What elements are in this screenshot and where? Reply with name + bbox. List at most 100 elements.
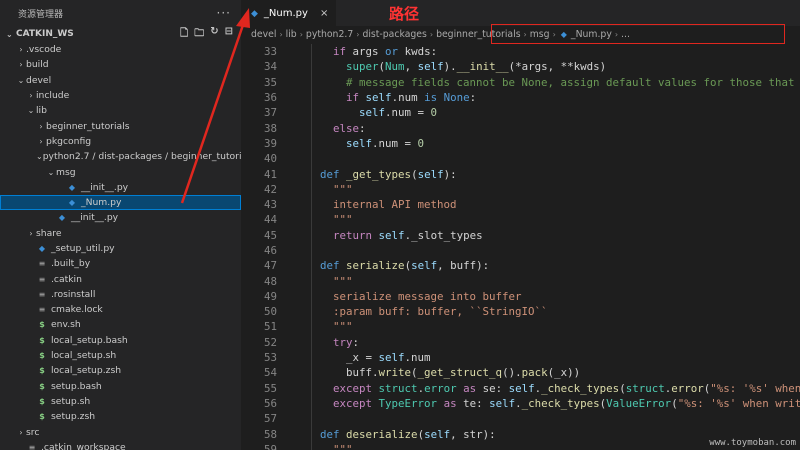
code-line[interactable]: 45 return self._slot_types <box>241 228 800 243</box>
tree-item[interactable]: $ setup.sh <box>0 394 241 409</box>
code-text: """ <box>333 274 353 288</box>
tree-item[interactable]: $ local_setup.zsh <box>0 363 241 378</box>
more-actions-icon[interactable]: ··· <box>217 6 231 20</box>
code-line[interactable]: 50 :param buff: buffer, ``StringIO`` <box>241 304 800 319</box>
tree-item-label: .catkin_workspace <box>41 441 126 450</box>
tab-num-py[interactable]: ◆ _Num.py × <box>241 0 337 26</box>
code-text: self.num = 0 <box>346 136 425 150</box>
code-line[interactable]: 40 <box>241 151 800 166</box>
shell-file-icon: $ <box>39 351 45 361</box>
code-text: self.num = 0 <box>359 106 438 120</box>
tree-item[interactable]: ≡ .catkin <box>0 271 241 286</box>
tree-item-label: _setup_util.py <box>51 243 115 254</box>
line-number: 57 <box>263 412 277 426</box>
code-line[interactable]: 47 def serialize(self, buff): <box>241 258 800 273</box>
refresh-icon[interactable]: ↻ <box>210 26 218 43</box>
breadcrumb-segment[interactable]: lib <box>286 29 297 40</box>
line-number: 34 <box>263 60 277 74</box>
breadcrumb-segment[interactable]: devel <box>251 29 276 40</box>
tree-item[interactable]: ⌄ lib <box>0 103 241 118</box>
chevron-right-icon: › <box>356 30 360 39</box>
tree-item[interactable]: › pkgconfig <box>0 134 241 149</box>
code-line[interactable]: 53 _x = self.num <box>241 350 800 365</box>
chevron-right-icon: › <box>29 228 33 238</box>
tree-item[interactable]: $ setup.zsh <box>0 409 241 424</box>
tree-item-label: setup.zsh <box>51 411 96 423</box>
workspace-toolbar: 🗋 🗀 ↻ ⊟ <box>180 26 241 43</box>
new-file-icon[interactable]: 🗋 <box>180 26 188 43</box>
close-icon[interactable]: × <box>320 8 328 19</box>
line-number: 58 <box>263 427 277 441</box>
code-line[interactable]: 44 """ <box>241 212 800 227</box>
tree-item[interactable]: ◆ _Num.py <box>0 194 241 211</box>
tree-item[interactable]: ≡ .rosinstall <box>0 287 241 302</box>
tree-item[interactable]: ⌄ msg <box>0 164 241 179</box>
tree-item[interactable]: › build <box>0 57 241 72</box>
line-number: 48 <box>263 274 277 288</box>
code-line[interactable]: 34 super(Num, self).__init__(*args, **kw… <box>241 59 800 74</box>
code-text: """ <box>333 320 353 334</box>
code-line[interactable]: 37 self.num = 0 <box>241 105 800 120</box>
code-line[interactable]: 38 else: <box>241 120 800 135</box>
tree-item[interactable]: ≡ cmake.lock <box>0 302 241 317</box>
shell-file-icon: $ <box>39 396 45 406</box>
editor-area: ◆ _Num.py × 路径 devel › lib › python2.7 › dist-… <box>241 0 800 450</box>
breadcrumb-segment[interactable]: python2.7 <box>306 29 353 40</box>
tree-item[interactable]: › include <box>0 88 241 103</box>
code-line[interactable]: 46 <box>241 243 800 258</box>
code-line[interactable]: 39 self.num = 0 <box>241 136 800 151</box>
tree-item[interactable]: › share <box>0 226 241 241</box>
code-line[interactable]: 51 """ <box>241 319 800 334</box>
tree-item[interactable]: › src <box>0 424 241 439</box>
code-line[interactable]: 48 """ <box>241 273 800 288</box>
file-tree: › .vscode › build ⌄ devel › include ⌄ lib › beginne… <box>0 42 241 450</box>
code-line[interactable]: 55 except struct.error as se: self._chec… <box>241 381 800 396</box>
collapse-all-icon[interactable]: ⊟ <box>225 26 233 43</box>
chevron-right-icon: › <box>19 45 23 55</box>
code-editor[interactable]: 33 if args or kwds: 34 super(Num, self)._… <box>241 44 800 450</box>
tree-item[interactable]: $ env.sh <box>0 317 241 332</box>
line-number: 41 <box>263 167 277 181</box>
code-line[interactable]: 57 <box>241 411 800 426</box>
code-line[interactable]: 36 if self.num is None: <box>241 90 800 105</box>
code-line[interactable]: 49 serialize message into buffer <box>241 289 800 304</box>
line-number: 45 <box>263 228 277 242</box>
new-folder-icon[interactable]: 🗀 <box>194 26 204 43</box>
code-line[interactable]: 52 try: <box>241 335 800 350</box>
tree-item[interactable]: ◆ __init__.py <box>0 210 241 225</box>
line-number: 51 <box>263 320 277 334</box>
python-file-icon: ◆ <box>251 8 258 19</box>
code-line[interactable]: 41 def _get_types(self): <box>241 166 800 181</box>
tree-item[interactable]: ≡ .catkin_workspace <box>0 440 241 450</box>
tree-item[interactable]: ◆ __init__.py <box>0 180 241 195</box>
line-number: 39 <box>263 136 277 150</box>
tree-item-label: local_setup.sh <box>51 350 117 362</box>
code-line[interactable]: 35 # message fields cannot be None, assi… <box>241 75 800 90</box>
line-number: 33 <box>263 45 277 59</box>
tree-item-label: __init__.py <box>71 212 119 224</box>
tree-item[interactable]: › beginner_tutorials <box>0 118 241 133</box>
tree-item[interactable]: $ local_setup.bash <box>0 333 241 348</box>
tree-item-label: build <box>26 59 49 71</box>
code-line[interactable]: 56 except TypeError as te: self._check_t… <box>241 396 800 411</box>
code-line[interactable]: 33 if args or kwds: <box>241 44 800 59</box>
tree-item[interactable]: ⌄ python2.7 / dist-packages / beginner_tu… <box>0 149 241 164</box>
tree-item[interactable]: ◆ _setup_util.py <box>0 241 241 256</box>
line-number: 50 <box>263 305 277 319</box>
breadcrumb-segment[interactable]: dist-packages <box>362 29 426 40</box>
line-number: 59 <box>263 442 277 450</box>
chevron-right-icon: › <box>299 30 303 39</box>
tree-item[interactable]: ⌄ devel <box>0 73 241 88</box>
code-line[interactable]: 42 """ <box>241 182 800 197</box>
tree-item[interactable]: $ setup.bash <box>0 379 241 394</box>
tree-item-label: python2.7 / dist-packages / beginner_tut… <box>42 151 241 163</box>
chevron-right-icon: › <box>29 91 33 101</box>
code-line[interactable]: 54 buff.write(_get_struct_q().pack(_x)) <box>241 365 800 380</box>
tree-item[interactable]: $ local_setup.sh <box>0 348 241 363</box>
workspace-root[interactable]: ⌄ CATKIN_WS 🗋 🗀 ↻ ⊟ <box>0 26 241 42</box>
code-line[interactable]: 43 internal API method <box>241 197 800 212</box>
code-text: """ <box>333 442 353 450</box>
tree-item[interactable]: › .vscode <box>0 42 241 57</box>
text-file-icon: ≡ <box>38 289 46 299</box>
tree-item[interactable]: ≡ .built_by <box>0 256 241 271</box>
